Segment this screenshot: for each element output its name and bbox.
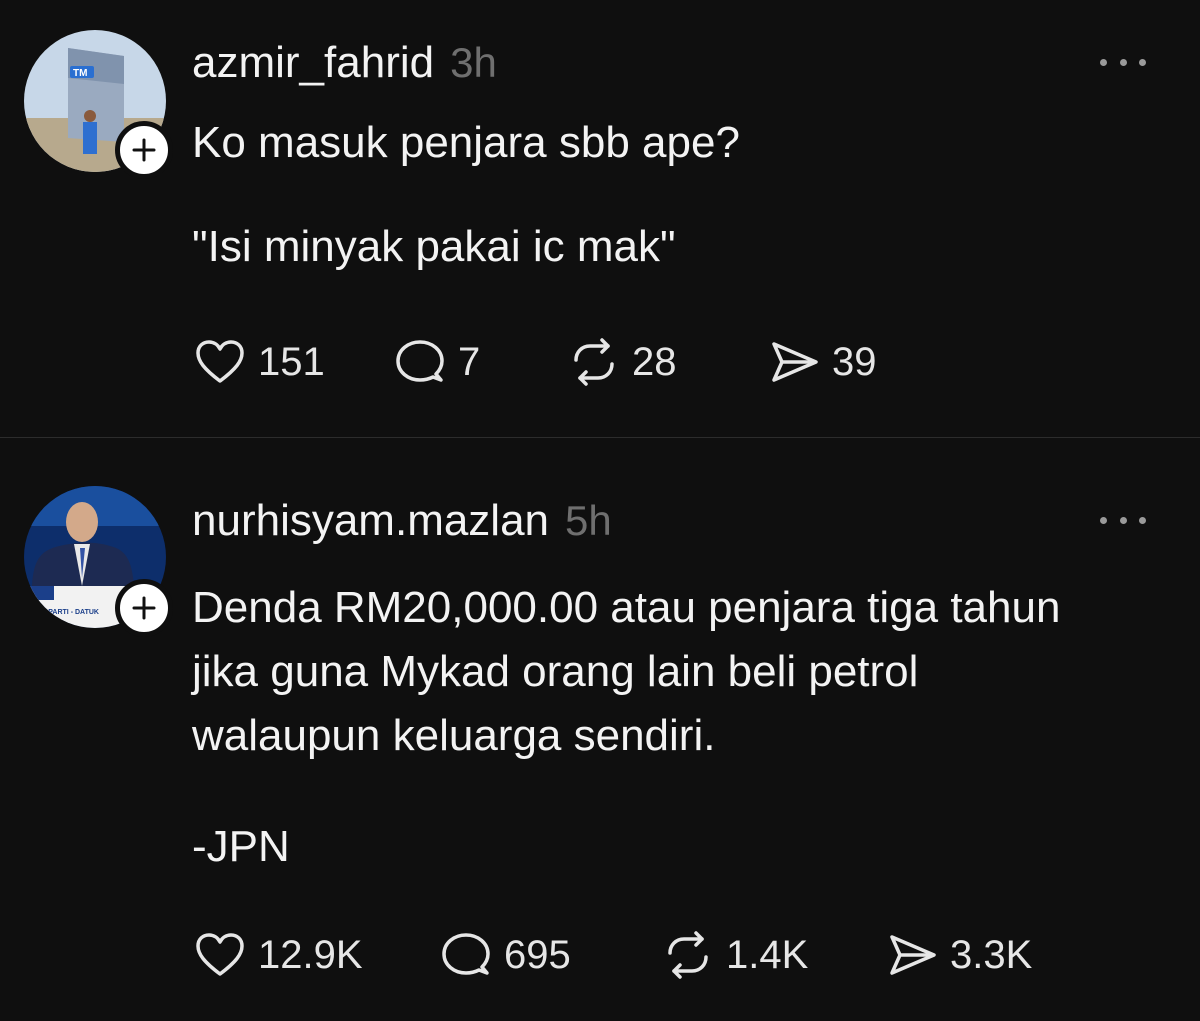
repost-icon xyxy=(574,338,614,386)
share-count: 39 xyxy=(832,339,877,384)
send-icon xyxy=(772,342,818,382)
repost-button[interactable]: 1.4K xyxy=(660,927,884,983)
heart-icon xyxy=(196,933,244,976)
plus-icon xyxy=(132,138,156,162)
post-signature: -JPN xyxy=(192,822,290,871)
avatar-logo-text: TM xyxy=(73,68,87,79)
share-button[interactable]: 39 xyxy=(766,334,877,390)
post-text-line: walaupun keluarga sendiri. xyxy=(192,711,716,760)
like-count: 12.9K xyxy=(258,932,363,977)
plus-icon xyxy=(132,596,156,620)
reply-button[interactable]: 7 xyxy=(392,334,566,390)
post-text-line: jika guna Mykad orang lain beli petrol xyxy=(192,647,919,696)
post-text-line: "Isi minyak pakai ic mak" xyxy=(192,222,676,271)
more-icon[interactable] xyxy=(1100,510,1146,530)
share-button[interactable]: 3.3K xyxy=(884,927,1032,983)
timestamp: 3h xyxy=(450,39,497,86)
like-button[interactable]: 151 xyxy=(192,334,392,390)
post-text: Denda RM20,000.00 atau penjara tiga tahu… xyxy=(192,576,1172,768)
follow-button[interactable] xyxy=(115,579,173,637)
send-icon xyxy=(890,935,936,975)
comment-icon xyxy=(442,933,490,975)
action-bar: 151 7 28 39 xyxy=(192,332,877,392)
heart-icon xyxy=(196,340,244,383)
post-header: nurhisyam.mazlan 5h xyxy=(192,496,612,546)
action-bar: 12.9K 695 1.4K 3.3K xyxy=(192,925,1032,985)
username[interactable]: nurhisyam.mazlan xyxy=(192,496,549,546)
comment-icon xyxy=(396,340,444,382)
repost-count: 28 xyxy=(632,339,677,384)
like-count: 151 xyxy=(258,339,325,384)
like-button[interactable]: 12.9K xyxy=(192,927,438,983)
post-card: TM azmir_fahrid 3h Ko masuk penjara sbb … xyxy=(0,0,1200,437)
post-text-line: Denda RM20,000.00 atau penjara tiga tahu… xyxy=(192,583,1061,632)
follow-button[interactable] xyxy=(115,121,173,179)
timestamp: 5h xyxy=(565,497,612,544)
post-text-line: Ko masuk penjara sbb ape? xyxy=(192,118,740,167)
repost-count: 1.4K xyxy=(726,932,809,977)
reply-button[interactable]: 695 xyxy=(438,927,660,983)
post-card: WAR PARTI - DATUK nurhisyam.mazlan 5h De… xyxy=(0,438,1200,1021)
reply-count: 695 xyxy=(504,932,571,977)
more-icon[interactable] xyxy=(1100,52,1146,72)
avatar-banner-text: WAR PARTI - DATUK xyxy=(30,609,99,616)
reply-count: 7 xyxy=(458,339,481,384)
share-count: 3.3K xyxy=(950,932,1033,977)
repost-button[interactable]: 28 xyxy=(566,334,766,390)
repost-icon xyxy=(668,931,708,979)
username[interactable]: azmir_fahrid xyxy=(192,38,434,88)
post-header: azmir_fahrid 3h xyxy=(192,38,497,88)
